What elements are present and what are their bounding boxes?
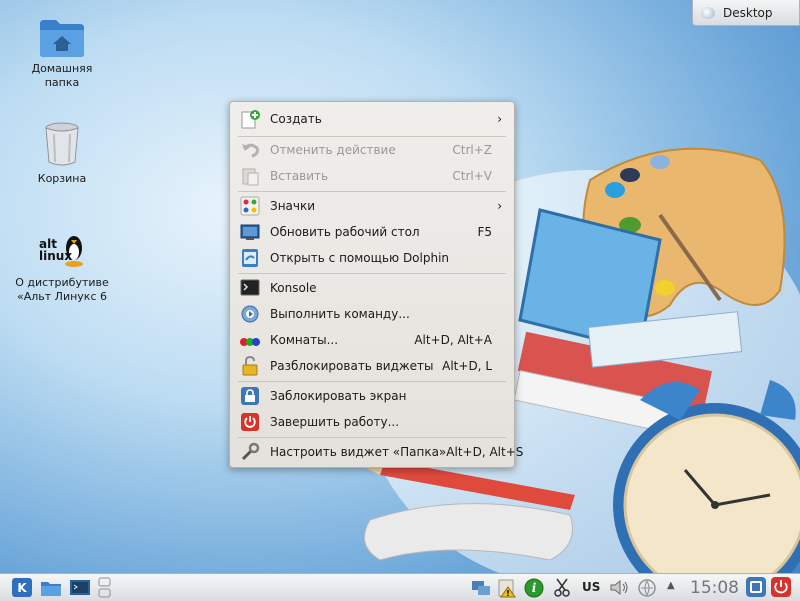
menu-label: Заблокировать экран <box>270 389 407 403</box>
menu-item-paste[interactable]: Вставить Ctrl+V <box>236 164 508 188</box>
scissors-icon[interactable] <box>552 577 572 598</box>
menu-label: Комнаты... <box>270 333 339 347</box>
menu-label: Открыть с помощью Dolphin <box>270 251 450 265</box>
shutdown-tray-icon[interactable] <box>770 577 792 598</box>
unlock-icon <box>240 355 260 376</box>
desktop-icon-home[interactable]: Домашняя папка <box>7 18 117 90</box>
submenu-arrow-icon: › <box>497 199 502 213</box>
desktop-label: Desktop <box>723 5 773 20</box>
home-folder-icon <box>39 18 85 58</box>
desktop-icon-about[interactable]: alt linux О дистрибутиве «Альт Линукс 6 <box>7 232 117 304</box>
info-icon[interactable]: i <box>523 577 545 598</box>
menu-item-lock-screen[interactable]: Заблокировать экран <box>236 384 508 408</box>
terminal-launcher-icon[interactable] <box>69 577 91 598</box>
icons-grid-icon <box>240 196 260 216</box>
trash-label: Корзина <box>37 172 87 185</box>
menu-item-shutdown[interactable]: Завершить работу... <box>236 410 508 434</box>
menu-shortcut: Ctrl+V <box>452 169 492 183</box>
network-manager-icon[interactable] <box>636 577 658 598</box>
file-manager-icon[interactable] <box>40 577 62 598</box>
menu-item-refresh-desktop[interactable]: Обновить рабочий стол F5 <box>236 220 508 244</box>
clock[interactable]: 15:08 <box>690 578 739 598</box>
network-icon[interactable] <box>470 577 492 598</box>
menu-item-unlock-widgets[interactable]: Разблокировать виджеты Alt+D, L <box>236 354 508 378</box>
trash-icon <box>44 122 80 168</box>
menu-item-undo[interactable]: Отменить действие Ctrl+Z <box>236 138 508 162</box>
desktop-activity-button[interactable]: Desktop <box>692 0 800 26</box>
undo-icon <box>240 140 260 160</box>
volume-icon[interactable] <box>608 577 630 598</box>
menu-shortcut: Alt+D, L <box>442 359 492 373</box>
menu-separator <box>238 381 506 382</box>
menu-label: Создать <box>270 112 322 126</box>
home-folder-label: Домашняя папка <box>31 62 93 89</box>
activities-icon <box>240 330 260 350</box>
dolphin-icon <box>240 248 260 268</box>
create-new-icon <box>240 109 260 129</box>
alt-linux-logo-text: alt linux <box>39 237 73 263</box>
about-distro-label: О дистрибутиве «Альт Линукс 6 <box>15 276 109 303</box>
configure-icon <box>240 442 260 462</box>
paste-icon <box>240 166 260 186</box>
menu-separator <box>238 437 506 438</box>
desktop-icon <box>701 6 715 19</box>
menu-item-configure-folder-widget[interactable]: Настроить виджет «Папка» Alt+D, Alt+S <box>236 440 523 464</box>
terminal-icon <box>240 278 260 298</box>
desktop-pager-icon[interactable] <box>98 577 112 598</box>
menu-separator <box>238 273 506 274</box>
desktop-context-menu: Создать › Отменить действие Ctrl+Z Встав… <box>229 101 523 468</box>
menu-label: Обновить рабочий стол <box>270 225 420 239</box>
lock-screen-icon <box>240 386 260 406</box>
menu-item-run-command[interactable]: Выполнить команду... <box>236 302 508 326</box>
menu-item-activities[interactable]: Комнаты... Alt+D, Alt+A <box>236 328 508 352</box>
keyboard-layout-indicator[interactable]: US <box>582 580 600 594</box>
menu-shortcut: F5 <box>477 225 492 239</box>
refresh-desktop-icon <box>240 222 260 242</box>
menu-label: Выполнить команду... <box>270 307 410 321</box>
menu-label: Отменить действие <box>270 143 396 157</box>
alt-linux-logo-icon: alt linux <box>37 232 87 272</box>
svg-text:i: i <box>532 581 537 595</box>
menu-label: Значки <box>270 199 316 213</box>
menu-label: Завершить работу... <box>270 415 400 429</box>
svg-text:K: K <box>17 581 27 595</box>
menu-label: Konsole <box>270 281 317 295</box>
menu-label: Разблокировать виджеты <box>270 359 434 373</box>
kde-menu-icon[interactable]: K <box>11 577 33 598</box>
menu-separator <box>238 136 506 137</box>
menu-separator <box>238 191 506 192</box>
menu-item-open-dolphin[interactable]: Открыть с помощью Dolphin <box>236 246 508 270</box>
menu-item-konsole[interactable]: Konsole <box>236 276 508 300</box>
svg-text:!: ! <box>506 589 510 598</box>
run-command-icon <box>240 304 260 324</box>
shutdown-icon <box>240 412 260 432</box>
tray-expand-icon[interactable]: ▲ <box>667 580 679 601</box>
menu-label: Вставить <box>270 169 329 183</box>
menu-item-create[interactable]: Создать › <box>236 107 508 131</box>
menu-shortcut: Alt+D, Alt+S <box>446 445 524 459</box>
menu-shortcut: Ctrl+Z <box>452 143 492 157</box>
lock-screen-tray-icon[interactable] <box>745 577 767 598</box>
menu-shortcut: Alt+D, Alt+A <box>414 333 492 347</box>
submenu-arrow-icon: › <box>497 112 502 126</box>
taskbar: K ! i US ▲ 15:08 <box>0 573 800 601</box>
menu-label: Настроить виджет «Папка» <box>270 445 447 459</box>
menu-item-icons[interactable]: Значки › <box>236 194 508 218</box>
desktop-icon-trash[interactable]: Корзина <box>7 122 117 186</box>
updates-warning-icon[interactable]: ! <box>496 577 518 598</box>
